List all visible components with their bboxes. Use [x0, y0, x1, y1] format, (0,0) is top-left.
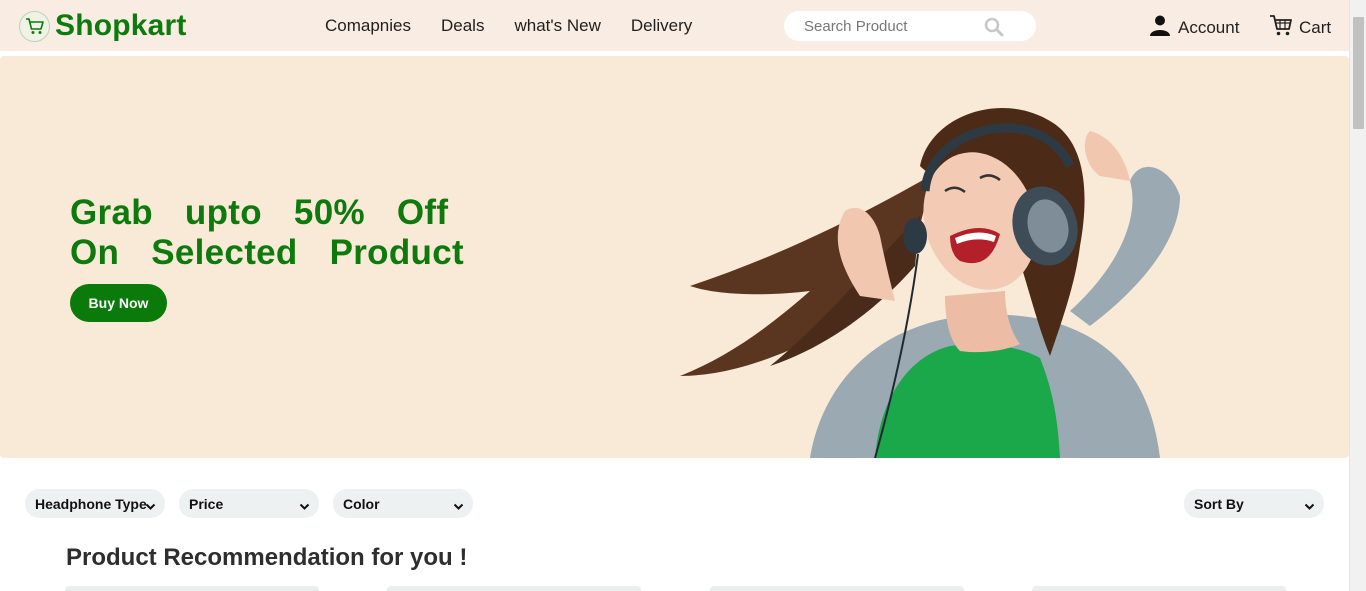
- sort-by-select[interactable]: Sort By: [1184, 489, 1324, 518]
- sort-by-label: Sort By: [1194, 496, 1244, 512]
- filter-headphone-type-label: Headphone Type: [35, 496, 147, 512]
- page-scrollbar[interactable]: [1349, 0, 1366, 591]
- cart-button[interactable]: Cart: [1269, 13, 1331, 42]
- filter-color-select[interactable]: Color: [333, 489, 473, 518]
- brand-logo[interactable]: Shopkart: [19, 9, 187, 43]
- top-navbar: Shopkart Comapnies Deals what's New Deli…: [0, 0, 1349, 51]
- nav-link-whats-new[interactable]: what's New: [514, 16, 600, 36]
- search-icon[interactable]: [984, 17, 1004, 42]
- hero-headline: Grab upto 50% Off On Selected Product: [70, 193, 490, 273]
- nav-link-delivery[interactable]: Delivery: [631, 16, 692, 36]
- product-card[interactable]: [1032, 586, 1286, 591]
- search-input[interactable]: [804, 16, 989, 36]
- filter-price-label: Price: [189, 496, 224, 512]
- nav-link-deals[interactable]: Deals: [441, 16, 484, 36]
- user-icon: [1149, 14, 1171, 41]
- hero-banner: Grab upto 50% Off On Selected Product Bu…: [0, 56, 1349, 458]
- scrollbar-thumb[interactable]: [1353, 17, 1364, 129]
- filter-price-select[interactable]: Price: [179, 489, 319, 518]
- cart-logo-icon: [19, 10, 50, 42]
- hero-woman-headphones-image: [680, 108, 1180, 458]
- buy-now-button[interactable]: Buy Now: [70, 284, 167, 322]
- filter-color-label: Color: [343, 496, 380, 512]
- cart-label: Cart: [1299, 17, 1332, 37]
- account-label: Account: [1178, 17, 1240, 37]
- hero-headline-line1: Grab upto 50% Off: [70, 193, 449, 232]
- search-bar: [784, 11, 1036, 41]
- brand-name: Shopkart: [55, 9, 187, 42]
- account-button[interactable]: Account: [1149, 14, 1239, 41]
- chevron-down-icon: [145, 498, 156, 514]
- main-nav: Comapnies Deals what's New Delivery: [325, 16, 722, 36]
- product-card[interactable]: [65, 586, 319, 591]
- chevron-down-icon: [453, 498, 464, 514]
- chevron-down-icon: [299, 498, 310, 514]
- cart-icon: [1269, 13, 1293, 42]
- filter-headphone-type-select[interactable]: Headphone Type: [25, 489, 165, 518]
- nav-link-companies[interactable]: Comapnies: [325, 16, 411, 36]
- hero-headline-line2: On Selected Product: [70, 233, 464, 272]
- product-card[interactable]: [710, 586, 964, 591]
- product-card[interactable]: [387, 586, 641, 591]
- product-recommendation-heading: Product Recommendation for you !: [66, 544, 468, 571]
- chevron-down-icon: [1304, 498, 1315, 514]
